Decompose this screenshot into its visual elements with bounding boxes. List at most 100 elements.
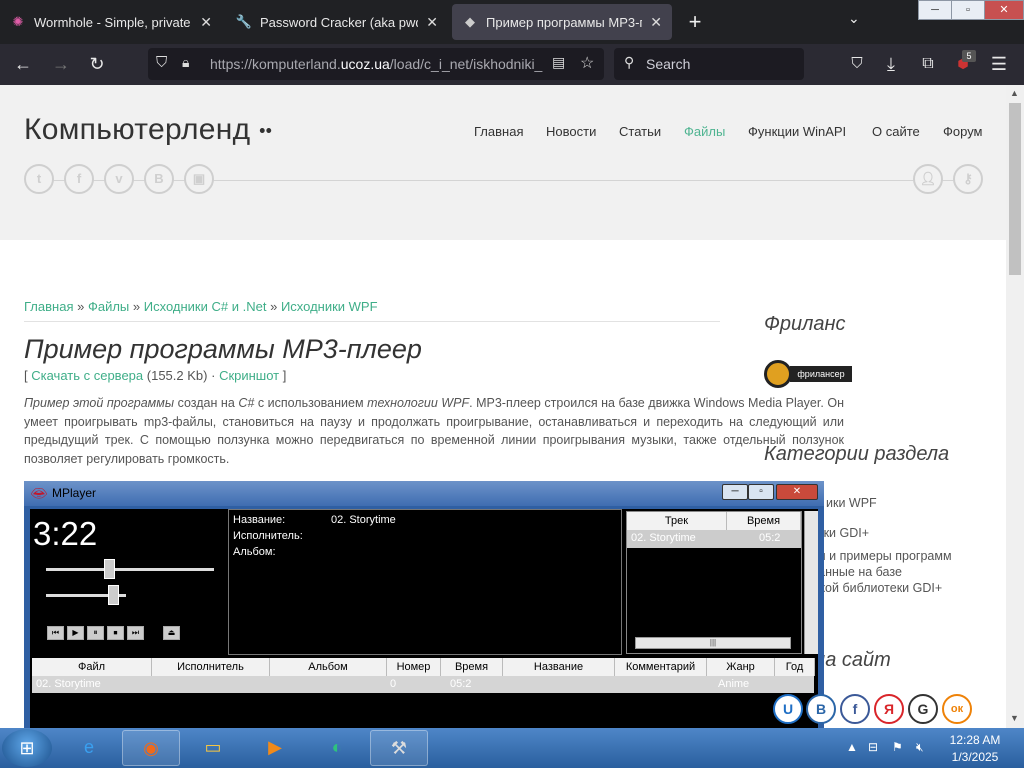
vk-login-icon[interactable]: B	[806, 694, 836, 724]
page-scrollbar[interactable]: ▲ ▼	[1006, 85, 1024, 728]
close-icon[interactable]: ✕	[200, 14, 212, 31]
breadcrumb-home[interactable]: Главная	[24, 299, 73, 314]
table-header-number: Номер	[387, 658, 441, 676]
scrollbar-thumb[interactable]	[1009, 103, 1021, 275]
media-icon[interactable]: ▶	[246, 730, 304, 766]
search-bar[interactable]: ⚲ Search	[614, 48, 804, 80]
page-title: Пример программы MP3-плеер	[24, 334, 422, 364]
volume-slider-thumb	[108, 585, 119, 605]
eject-icon: ⏏	[163, 626, 180, 640]
player-time: 3:22	[33, 515, 98, 552]
vk-icon[interactable]: B	[144, 164, 174, 194]
reader-view-icon[interactable]: ▤	[552, 54, 565, 71]
tool-icon[interactable]: ⚒	[370, 730, 428, 766]
sidebar-cat-wpf[interactable]: ики WPF	[826, 496, 877, 510]
url-path: /load/c_i_net/iskhodniki_	[389, 56, 543, 72]
maximize-button[interactable]: ▫	[951, 0, 985, 20]
firefox-icon[interactable]: ◉	[122, 730, 180, 766]
url-bar[interactable]: ⛉ 🔒︎ https://komputerland.ucoz.ua/load/c…	[148, 48, 604, 80]
network-icon[interactable]: ⊟	[868, 740, 878, 754]
tab-title: Wormhole - Simple, private file	[34, 14, 192, 30]
next-icon: ⏭	[127, 626, 144, 640]
player-info-panel: Название: 02. Storytime Исполнитель: Аль…	[228, 509, 622, 655]
reload-icon[interactable]: ↻	[86, 54, 108, 74]
minimize-button[interactable]: ─	[918, 0, 952, 20]
clock-time[interactable]: 12:28 AM	[940, 733, 1010, 747]
label-artist: Исполнитель:	[233, 530, 303, 542]
table-header-genre: Жанр	[707, 658, 775, 676]
facebook-icon[interactable]: f	[64, 164, 94, 194]
app-icon[interactable]: ◐	[308, 730, 366, 766]
tab-wormhole[interactable]: ✺ Wormhole - Simple, private file ✕	[0, 4, 222, 40]
download-icon[interactable]: ⤓	[880, 54, 902, 74]
close-icon[interactable]: ✕	[426, 14, 438, 31]
breadcrumb-sep: »	[270, 299, 278, 314]
breadcrumb-wpf[interactable]: Исходники WPF	[281, 299, 378, 314]
menu-item-winapi[interactable]: Функции WinAPI	[748, 124, 846, 139]
download-line: [ Скачать с сервера (155.2 Kb) · Скриншо…	[24, 368, 286, 383]
breadcrumb-sep: »	[77, 299, 85, 314]
ucoz-icon[interactable]: U	[773, 694, 803, 724]
new-tab-button[interactable]: +	[684, 10, 706, 34]
clock-date[interactable]: 1/3/2025	[940, 750, 1010, 764]
flag-icon[interactable]: ⚑	[892, 740, 903, 754]
volume-muted-icon[interactable]: 🔇︎	[916, 740, 924, 755]
download-link[interactable]: Скачать с сервера	[31, 368, 143, 383]
player-minimize-button: ─	[722, 484, 748, 500]
player-screenshot[interactable]: 👄︎ MPlayer ─ ▫ ✕ 3:22 ⏮ ▶ ⏸ ⏹ ⏭ ⏏ Назван…	[24, 481, 824, 728]
menu-item-forum[interactable]: Форум	[943, 124, 983, 139]
desc-part: с использованием	[254, 396, 368, 410]
pocket-icon[interactable]: ⛉	[846, 54, 868, 74]
yandex-icon[interactable]: Я	[874, 694, 904, 724]
folder-icon[interactable]: ▭	[184, 730, 242, 766]
twitter-icon[interactable]: t	[24, 164, 54, 194]
menu-item-home[interactable]: Главная	[474, 124, 523, 139]
table-cell: 0	[390, 678, 397, 690]
scroll-down-icon[interactable]: ▼	[1010, 713, 1019, 723]
scroll-up-icon[interactable]: ▲	[1010, 88, 1019, 98]
start-button[interactable]: ⊞	[2, 729, 52, 767]
extensions-icon[interactable]: ⧉	[917, 54, 939, 74]
menu-icon[interactable]: ☰	[988, 54, 1010, 74]
table-header-album: Альбом	[270, 658, 387, 676]
tracklist-cell: 05:2	[759, 532, 781, 544]
bracket-close: ]	[282, 368, 287, 383]
url-text[interactable]: https://komputerland.ucoz.ua/load/c_i_ne…	[210, 56, 546, 72]
forward-arrow-icon[interactable]: →	[50, 54, 72, 74]
menu-item-news[interactable]: Новости	[546, 124, 596, 139]
tracklist-header-time: Время	[727, 512, 801, 530]
breadcrumb: Главная » Файлы » Исходники C# и .Net » …	[24, 299, 378, 314]
close-icon[interactable]: ✕	[650, 14, 662, 31]
screenshot-link[interactable]: Скриншот	[219, 368, 279, 383]
menu-item-about[interactable]: О сайте	[872, 124, 920, 139]
google-icon[interactable]: G	[908, 694, 938, 724]
shield-icon[interactable]: ⛉	[156, 54, 167, 71]
pause-icon: ⏸	[87, 626, 104, 640]
close-window-button[interactable]: ✕	[984, 0, 1024, 20]
chevron-down-icon[interactable]: ⌄	[848, 10, 860, 27]
lock-icon[interactable]: 🔒︎	[182, 54, 189, 71]
desc-part: создан на	[174, 396, 239, 410]
article-description: Пример этой программы создан на C# с исп…	[24, 394, 844, 468]
freelance-badge[interactable]: фрилансер	[764, 360, 852, 388]
search-input[interactable]: Search	[646, 56, 690, 72]
bookmark-star-icon[interactable]: ☆	[580, 53, 594, 73]
tab-mp3-player[interactable]: ◆ Пример программы MP3-плее ✕	[452, 4, 672, 40]
doc-icon: ◆	[465, 14, 475, 29]
menu-item-articles[interactable]: Статьи	[619, 124, 661, 139]
tray-chevron-icon[interactable]: ▲	[846, 740, 858, 754]
user-icon[interactable]: 👤︎	[913, 164, 943, 194]
breadcrumb-files[interactable]: Файлы	[88, 299, 129, 314]
tab-password-cracker[interactable]: 🔧 Password Cracker (aka pwdcrac ✕	[226, 4, 448, 40]
ie-icon[interactable]: e	[60, 730, 118, 766]
url-prefix: https://komputerland.	[210, 56, 341, 72]
vimeo-icon[interactable]: v	[104, 164, 134, 194]
breadcrumb-csharp[interactable]: Исходники C# и .Net	[144, 299, 267, 314]
back-arrow-icon[interactable]: ←	[12, 54, 34, 74]
instagram-icon[interactable]: ▣	[184, 164, 214, 194]
site-title[interactable]: Компьютерленд ••	[24, 113, 272, 147]
menu-item-files[interactable]: Файлы	[684, 124, 725, 139]
odnoklassniki-icon[interactable]: ок	[942, 694, 972, 724]
facebook-login-icon[interactable]: f	[840, 694, 870, 724]
key-icon[interactable]: ⚷	[953, 164, 983, 194]
